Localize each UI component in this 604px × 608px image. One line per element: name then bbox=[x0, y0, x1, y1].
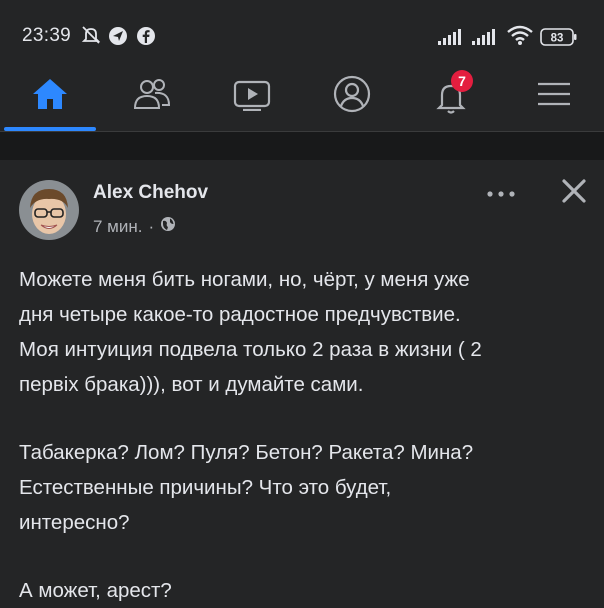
signal-icon-2 bbox=[472, 28, 498, 51]
tab-notifications[interactable]: 7 bbox=[402, 60, 502, 132]
post-paragraph: Табакерка? Лом? Пуля? Бетон? Ракета? Мин… bbox=[19, 441, 474, 534]
feed-separator bbox=[0, 132, 604, 160]
top-nav: 7 bbox=[0, 60, 604, 132]
post-paragraph: А может, арест? bbox=[19, 579, 172, 602]
post-time[interactable]: 7 мин. bbox=[93, 217, 142, 237]
tab-menu[interactable] bbox=[504, 60, 604, 132]
menu-icon bbox=[536, 79, 572, 114]
avatar[interactable] bbox=[19, 180, 79, 240]
notification-badge: 7 bbox=[451, 70, 473, 92]
tab-friends[interactable] bbox=[102, 60, 202, 132]
home-icon bbox=[31, 77, 69, 116]
tab-home[interactable] bbox=[0, 60, 100, 132]
more-options-button[interactable] bbox=[485, 186, 517, 204]
close-icon[interactable] bbox=[561, 178, 587, 209]
status-bar: 23:39 83 bbox=[0, 0, 604, 60]
video-icon bbox=[232, 77, 272, 116]
battery-level: 83 bbox=[551, 33, 564, 45]
battery-icon: 83 bbox=[540, 27, 578, 52]
globe-icon bbox=[160, 216, 176, 237]
status-time: 23:39 bbox=[22, 25, 72, 46]
tab-profile[interactable] bbox=[302, 60, 402, 132]
bell-icon: 7 bbox=[432, 70, 473, 116]
post-text: Можете меня бить ногами, но, чёрт, у мен… bbox=[19, 262, 594, 608]
tab-watch[interactable] bbox=[202, 60, 302, 132]
mute-icon bbox=[80, 24, 102, 51]
facebook-icon bbox=[136, 26, 156, 51]
meta-separator: · bbox=[148, 216, 155, 236]
post-author-name[interactable]: Alex Chehov bbox=[93, 182, 208, 204]
profile-icon bbox=[332, 74, 372, 119]
post-paragraph: Можете меня бить ногами, но, чёрт, у мен… bbox=[19, 268, 482, 396]
wifi-icon bbox=[506, 24, 534, 51]
post-meta: 7 мин. · bbox=[93, 216, 176, 237]
send-icon bbox=[108, 26, 128, 51]
signal-icon bbox=[438, 28, 464, 51]
friends-icon bbox=[131, 77, 173, 116]
